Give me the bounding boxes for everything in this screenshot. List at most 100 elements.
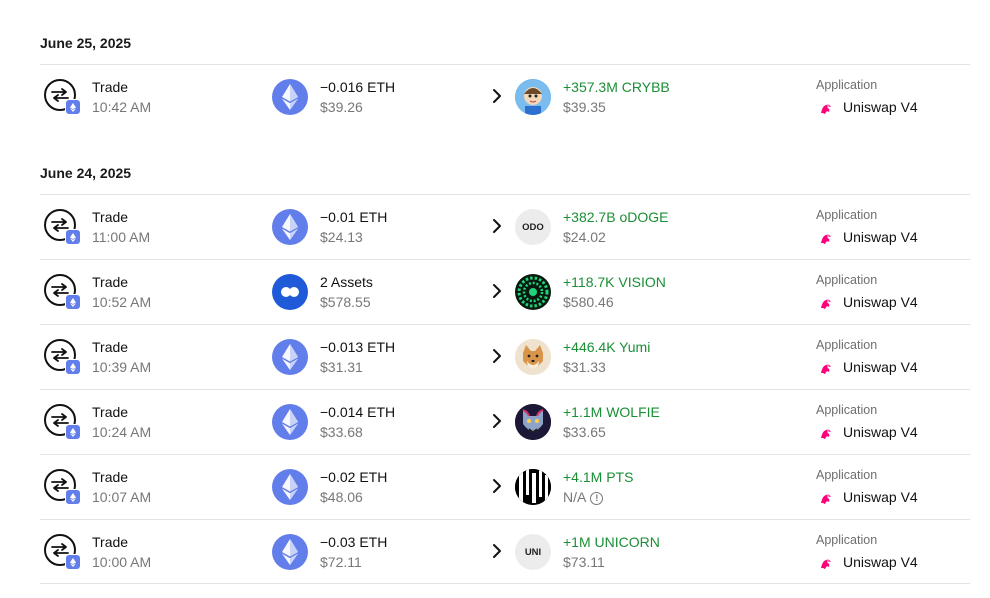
received-value: $33.65 [563, 424, 606, 440]
sent-amount: 2 Assets [320, 274, 373, 290]
sent-amount: −0.02 ETH [320, 469, 388, 485]
chevron-right-icon [493, 479, 501, 493]
transaction-row[interactable]: Trade 10:00 AM −0.03 ETH $72.11 UNI +1M … [40, 519, 970, 584]
pts-token-icon [515, 469, 551, 505]
received-value: N/A! [563, 489, 604, 505]
info-icon[interactable]: ! [590, 492, 604, 505]
received-value: $39.35 [563, 99, 606, 115]
eth-icon [272, 79, 308, 115]
uniswap-icon [821, 494, 831, 504]
transaction-time: 10:24 AM [92, 424, 152, 440]
trade-icon [44, 209, 81, 245]
transaction-row[interactable]: Trade 10:52 AM 2 Assets $578.55 +118.7K … [40, 259, 970, 323]
trade-icon [44, 79, 81, 115]
received-value: $73.11 [563, 554, 605, 570]
eth-icon [272, 534, 308, 570]
ethereum-chain-badge-icon [65, 294, 81, 310]
application-label: Application [816, 403, 878, 417]
application-name[interactable]: Uniswap V4 [843, 424, 918, 440]
sent-amount: −0.016 ETH [320, 79, 396, 95]
sent-amount: −0.014 ETH [320, 404, 396, 420]
sent-value: $72.11 [320, 554, 362, 570]
transaction-type: Trade [92, 339, 129, 355]
crybb-token-icon [515, 79, 551, 115]
transaction-row[interactable]: Trade 10:42 AM −0.016 ETH $39.26 +357.3M… [40, 64, 970, 128]
received-amount: +357.3M CRYBB [563, 79, 670, 95]
transaction-row[interactable]: Trade 10:07 AM −0.02 ETH $48.06 +4.1M PT… [40, 454, 970, 518]
ethereum-chain-badge-icon [65, 424, 81, 440]
chevron-right-icon [493, 349, 501, 363]
sent-value: $24.13 [320, 229, 363, 245]
sent-value: $31.31 [320, 359, 363, 375]
application-label: Application [816, 338, 878, 352]
uniswap-icon [821, 234, 831, 244]
multi-asset-icon [272, 274, 308, 310]
application-name[interactable]: Uniswap V4 [843, 99, 918, 115]
sent-amount: −0.01 ETH [320, 209, 388, 225]
eth-icon [272, 404, 308, 440]
sent-value: $48.06 [320, 489, 363, 505]
uniswap-icon [821, 429, 831, 439]
eth-icon [272, 469, 308, 505]
transaction-type: Trade [92, 469, 129, 485]
received-amount: +382.7B oDOGE [563, 209, 669, 225]
chevron-right-icon [493, 89, 501, 103]
received-value: $31.33 [563, 359, 606, 375]
uniswap-icon [821, 104, 831, 114]
date-heading: June 24, 2025 [40, 165, 132, 181]
received-value: $24.02 [563, 229, 606, 245]
transaction-row[interactable]: Trade 10:39 AM −0.013 ETH $31.31 +446.4K… [40, 324, 970, 388]
received-amount: +1M UNICORN [563, 534, 660, 550]
ethereum-chain-badge-icon [65, 489, 81, 505]
transaction-row[interactable]: Trade 10:24 AM −0.014 ETH $33.68 +1.1M W… [40, 389, 970, 453]
transaction-type: Trade [92, 404, 129, 420]
ethereum-chain-badge-icon [65, 554, 81, 570]
sent-value: $578.55 [320, 294, 371, 310]
transaction-type: Trade [92, 274, 129, 290]
application-label: Application [816, 468, 878, 482]
chevron-right-icon [493, 544, 501, 558]
transaction-time: 10:52 AM [92, 294, 152, 310]
vision-token-icon [515, 274, 551, 310]
transaction-time: 10:39 AM [92, 359, 152, 375]
uniswap-icon [821, 559, 831, 569]
transaction-time: 10:07 AM [92, 489, 152, 505]
transaction-type: Trade [92, 79, 129, 95]
application-name[interactable]: Uniswap V4 [843, 359, 918, 375]
chevron-right-icon [493, 219, 501, 233]
eth-icon [272, 209, 308, 245]
trade-icon [44, 339, 81, 375]
received-amount: +446.4K Yumi [563, 339, 651, 355]
application-name[interactable]: Uniswap V4 [843, 554, 918, 570]
trade-icon [44, 404, 81, 440]
application-name[interactable]: Uniswap V4 [843, 294, 918, 310]
transaction-row[interactable]: Trade 11:00 AM −0.01 ETH $24.13 ODO +382… [40, 194, 970, 258]
uniswap-icon [821, 364, 831, 374]
trade-icon [44, 469, 81, 505]
received-value-text: N/A [563, 489, 587, 505]
application-label: Application [816, 78, 878, 92]
eth-icon [272, 339, 308, 375]
transaction-type: Trade [92, 534, 129, 550]
sent-value: $33.68 [320, 424, 363, 440]
received-amount: +1.1M WOLFIE [563, 404, 660, 420]
wolfie-token-icon [515, 404, 551, 440]
transaction-time: 11:00 AM [92, 229, 151, 245]
ethereum-chain-badge-icon [65, 229, 81, 245]
application-label: Application [816, 273, 878, 287]
trade-icon [44, 534, 81, 570]
received-value: $580.46 [563, 294, 614, 310]
transaction-time: 10:00 AM [92, 554, 152, 570]
transaction-type: Trade [92, 209, 129, 225]
unicorn-token-icon: UNI [515, 534, 551, 570]
ethereum-chain-badge-icon [65, 99, 81, 115]
ethereum-chain-badge-icon [65, 359, 81, 375]
received-amount: +4.1M PTS [563, 469, 634, 485]
transaction-time: 10:42 AM [92, 99, 152, 115]
sent-amount: −0.013 ETH [320, 339, 396, 355]
sent-amount: −0.03 ETH [320, 534, 388, 550]
application-label: Application [816, 208, 878, 222]
application-name[interactable]: Uniswap V4 [843, 489, 918, 505]
application-label: Application [816, 533, 878, 547]
application-name[interactable]: Uniswap V4 [843, 229, 918, 245]
